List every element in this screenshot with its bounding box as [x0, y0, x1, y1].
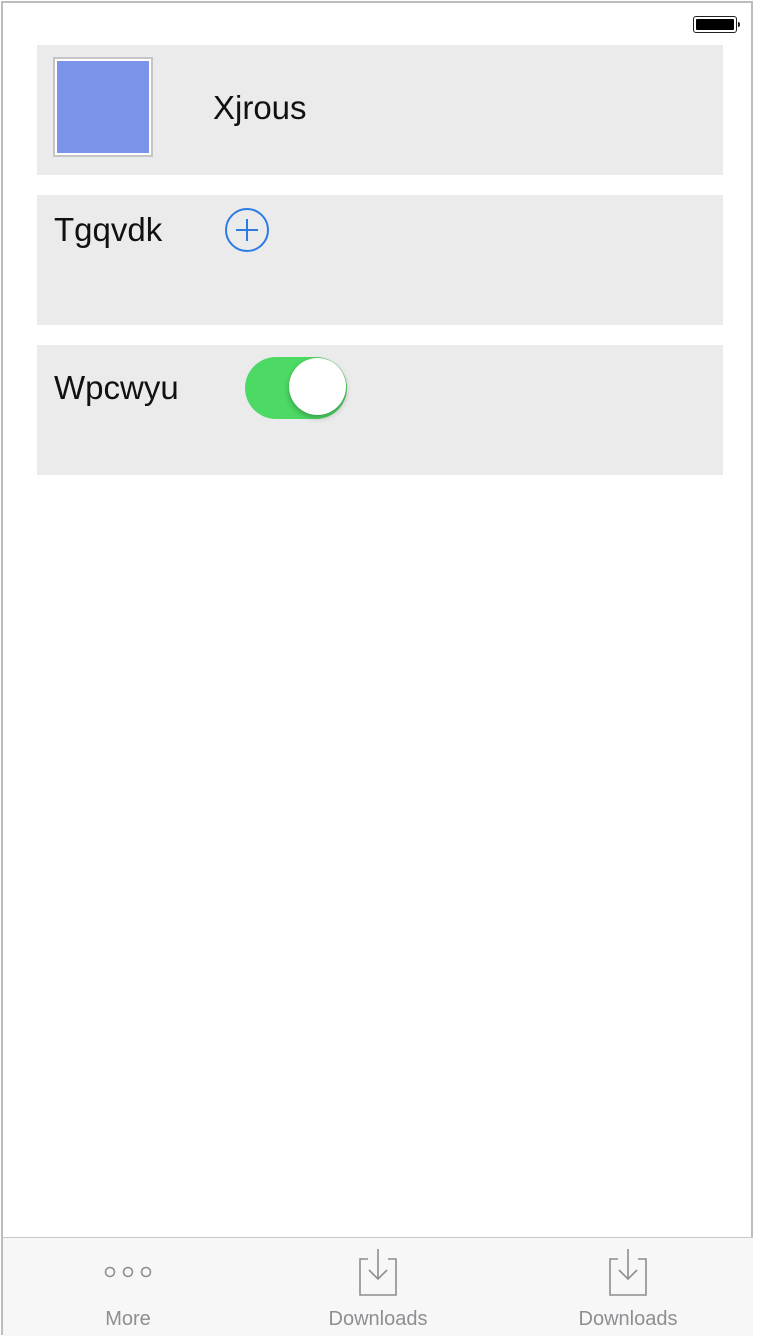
plus-circle-icon: [225, 208, 269, 252]
tab-bar: More Downloads Downloads: [3, 1237, 753, 1336]
download-icon: [609, 1249, 647, 1296]
tab-downloads-2[interactable]: Downloads: [503, 1238, 753, 1336]
battery-icon: [693, 16, 740, 33]
row-title: Xjrous: [213, 89, 307, 126]
battery-level: [696, 19, 734, 30]
row-title: Wpcwyu: [54, 369, 179, 406]
tab-label: Downloads: [578, 1308, 678, 1330]
list-row-wpcwyu: Wpcwyu: [37, 345, 723, 475]
tab-label: Downloads: [328, 1308, 428, 1330]
app-screen: Xjrous Tgqvdk Wpcwyu: [1, 1, 753, 1335]
battery-tip: [738, 22, 740, 27]
row-title: Tgqvdk: [54, 211, 163, 248]
add-button[interactable]: [224, 207, 270, 253]
color-swatch-fill: [57, 61, 149, 153]
tab-label: More: [105, 1308, 151, 1330]
toggle-knob: [289, 358, 346, 415]
more-icon: [104, 1266, 152, 1278]
list-row-xjrous[interactable]: Xjrous: [37, 45, 723, 175]
color-swatch[interactable]: [53, 57, 153, 157]
tab-more[interactable]: More: [3, 1238, 253, 1336]
list-row-tgqvdk: Tgqvdk: [37, 195, 723, 325]
toggle-switch[interactable]: [245, 357, 347, 419]
download-icon: [359, 1249, 397, 1296]
tab-downloads-1[interactable]: Downloads: [253, 1238, 503, 1336]
